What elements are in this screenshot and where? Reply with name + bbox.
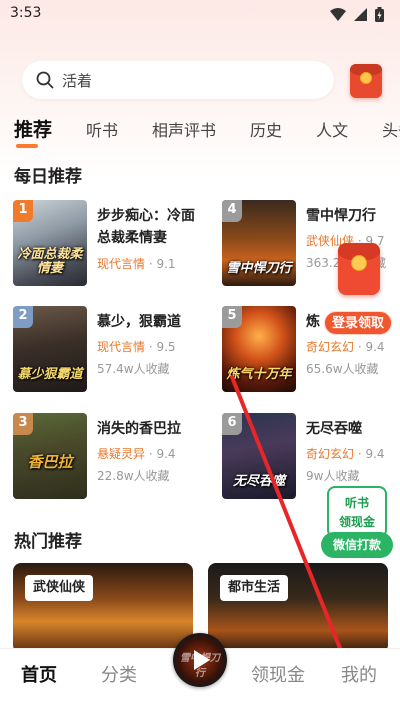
book-genre: 现代言情	[97, 257, 146, 271]
cover-title: 冷面总裁柔情妻	[17, 247, 83, 276]
rank-badge: 5	[222, 306, 242, 328]
book-meta: 奇幻玄幻 · 9.4	[306, 447, 385, 461]
category-tabs: 推荐 听书 相声评书 历史 人文 头条	[14, 115, 400, 148]
battery-icon	[375, 7, 384, 22]
book-cover: 5 炼气十万年	[222, 306, 296, 392]
nav-home[interactable]: 首页	[21, 661, 57, 687]
book-meta: 现代言情 · 9.1	[97, 257, 176, 271]
cover-title: 炼气十万年	[226, 367, 292, 382]
signal-icon	[354, 8, 367, 21]
hot-card-tag: 武侠仙侠	[25, 575, 94, 601]
hot-card[interactable]: 武侠仙侠	[13, 563, 193, 653]
book-item[interactable]: 3 香巴拉 消失的香巴拉 悬疑灵异 · 9.4 22.8w人收藏	[13, 413, 203, 499]
search-placeholder: 活着	[62, 71, 93, 90]
rank-badge: 1	[13, 200, 33, 222]
login-reward-widget[interactable]: 登录领取	[324, 243, 392, 335]
book-collect-count: 57.4w人收藏	[97, 362, 170, 376]
bottom-nav: 首页 分类 雪中悍刀行 领现金 我的	[0, 633, 400, 711]
hot-card-tag: 都市生活	[220, 575, 289, 601]
book-title: 消失的香巴拉	[97, 421, 181, 437]
book-stat: 9.1	[156, 257, 176, 271]
book-genre: 现代言情	[97, 340, 146, 354]
tab-humanities[interactable]: 人文	[316, 117, 348, 143]
hot-section-title: 热门推荐	[14, 532, 82, 552]
status-bar: 3:53	[0, 0, 400, 28]
cover-title: 慕少狠霸道	[17, 367, 83, 382]
book-stat: 9.5	[156, 340, 176, 354]
book-stat: 9.4	[365, 340, 385, 354]
cover-title: 无尽吞噬	[232, 474, 285, 489]
audio-player-button[interactable]: 雪中悍刀行	[173, 633, 227, 687]
book-collect-count: 65.6w人收藏	[306, 362, 379, 376]
book-genre: 奇幻玄幻	[306, 447, 355, 461]
rank-badge: 6	[222, 413, 242, 435]
book-title: 无尽吞噬	[306, 421, 362, 437]
cover-title: 香巴拉	[27, 453, 73, 471]
book-collect-count: 22.8w人收藏	[97, 469, 170, 483]
tab-history[interactable]: 历史	[250, 117, 282, 143]
coin-icon	[351, 255, 367, 271]
daily-section-title: 每日推荐	[14, 167, 82, 187]
red-envelope-button[interactable]	[350, 64, 382, 98]
book-collect-count: 9w人收藏	[306, 469, 360, 483]
status-icons	[330, 7, 384, 22]
book-title: 慕少，狠霸道	[97, 314, 181, 330]
listen-cash-card: 听书 领现金	[327, 486, 387, 538]
book-genre: 奇幻玄幻	[306, 340, 355, 354]
listen-cash-widget[interactable]: 听书 领现金 微信打款	[321, 486, 393, 558]
play-icon	[194, 650, 210, 670]
book-meta: 现代言情 · 9.5	[97, 340, 176, 354]
book-meta: 悬疑灵异 · 9.4	[97, 447, 176, 461]
cover-title: 雪中悍刀行	[226, 261, 292, 276]
book-item[interactable]: 2 慕少狠霸道 慕少，狠霸道 现代言情 · 9.5 57.4w人收藏	[13, 306, 203, 392]
rank-badge: 2	[13, 306, 33, 328]
book-stat: 9.4	[365, 447, 385, 461]
book-cover: 1 冷面总裁柔情妻	[13, 200, 87, 286]
book-cover: 4 雪中悍刀行	[222, 200, 296, 286]
tab-headlines[interactable]: 头条	[382, 117, 400, 143]
tab-recommend[interactable]: 推荐	[14, 115, 52, 148]
book-title: 雪中悍刀行	[306, 208, 376, 224]
status-time: 3:53	[10, 5, 42, 21]
book-meta: 奇幻玄幻 · 9.4	[306, 340, 385, 354]
search-input[interactable]: 活着	[22, 61, 334, 99]
search-icon	[36, 71, 54, 89]
nav-category[interactable]: 分类	[101, 661, 137, 687]
book-cover: 2 慕少狠霸道	[13, 306, 87, 392]
coin-icon	[360, 72, 372, 84]
rank-badge: 3	[13, 413, 33, 435]
wifi-icon	[330, 8, 346, 21]
login-reward-button[interactable]: 登录领取	[324, 311, 392, 335]
red-envelope-icon	[338, 243, 380, 295]
book-genre: 悬疑灵异	[97, 447, 146, 461]
wechat-payout-button[interactable]: 微信打款	[321, 532, 393, 558]
book-item[interactable]: 1 冷面总裁柔情妻 步步痴心：冷面总裁柔情妻 现代言情 · 9.1	[13, 200, 203, 286]
book-cover: 3 香巴拉	[13, 413, 87, 499]
rank-badge: 4	[222, 200, 242, 222]
nav-earn-cash[interactable]: 领现金	[251, 661, 305, 687]
book-cover: 6 无尽吞噬	[222, 413, 296, 499]
hot-card[interactable]: 都市生活	[208, 563, 388, 653]
nav-me[interactable]: 我的	[341, 661, 377, 687]
book-stat: 9.4	[156, 447, 176, 461]
book-title: 步步痴心：冷面总裁柔情妻	[97, 208, 195, 246]
tab-crosstalk[interactable]: 相声评书	[152, 117, 216, 143]
listen-cash-line2: 领现金	[338, 515, 375, 529]
tab-audiobook[interactable]: 听书	[86, 117, 118, 143]
listen-cash-line1: 听书	[344, 496, 369, 510]
